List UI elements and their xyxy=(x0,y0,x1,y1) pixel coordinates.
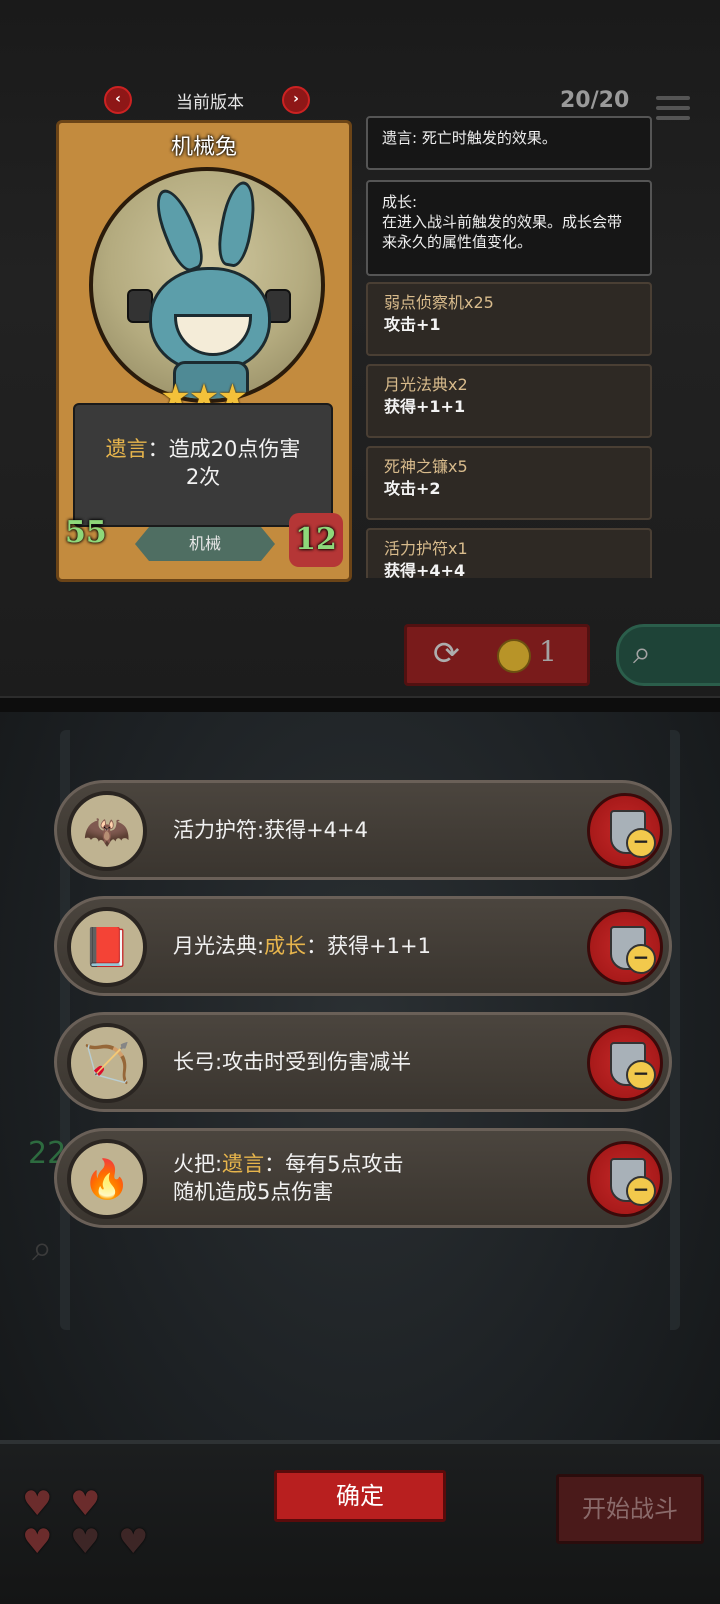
equipment-row: 🏹 长弓:攻击时受到伤害减半 − xyxy=(54,1012,672,1112)
equip-text-line2: 随机造成5点伤害 xyxy=(173,1180,334,1204)
prev-version-button[interactable]: ‹ xyxy=(104,86,132,114)
tribe-tag: 机械 xyxy=(135,527,275,561)
buff-item-effect: 攻击+2 xyxy=(384,479,441,498)
minus-icon: − xyxy=(626,1060,656,1090)
card-portrait xyxy=(89,167,325,403)
remove-equipment-button[interactable]: − xyxy=(587,909,663,985)
slot-counter: 20/20 xyxy=(560,88,630,113)
coin-icon xyxy=(497,639,531,673)
bunny-grin xyxy=(174,314,252,356)
buff-list[interactable]: 弱点侦察机x25 攻击+1 月光法典x2 获得+1+1 死神之镰x5 攻击+2 … xyxy=(366,282,656,578)
equipment-row: 🦇 活力护符:获得+4+4 − xyxy=(54,780,672,880)
card-description-panel: 遗言：造成20点伤害 2次 xyxy=(73,403,333,527)
equip-text-prefix: 火把: xyxy=(173,1152,223,1176)
heart-icon: ♥ xyxy=(70,1522,101,1562)
buff-item: 死神之镰x5 攻击+2 xyxy=(366,446,652,520)
minion-card: 机械兔 ★★★ 遗言：造成20点伤害 2次 55 机械 12 xyxy=(56,120,352,582)
torch-icon: 🔥 xyxy=(67,1139,147,1219)
bunny-head xyxy=(149,267,271,373)
card-description: 遗言：造成20点伤害 2次 xyxy=(75,435,331,491)
growth-text: 在进入战斗前触发的效果。成长会带来永久的属性值变化。 xyxy=(382,213,623,251)
deathrattle-tooltip-text: 遗言: 死亡时触发的效果。 xyxy=(382,129,557,147)
search-icon: ⌕ xyxy=(633,633,651,671)
minus-icon: − xyxy=(626,944,656,974)
buff-item-effect: 攻击+1 xyxy=(384,315,441,334)
buff-item-name: 死神之镰x5 xyxy=(384,457,468,476)
attack-stat: 55 xyxy=(65,515,107,550)
equip-text-rest: ：每有5点攻击 xyxy=(264,1152,404,1176)
minus-icon: − xyxy=(626,1176,656,1206)
equipment-description: 火把:遗言：每有5点攻击随机造成5点伤害 xyxy=(173,1131,553,1225)
equipment-row: 🔥 火把:遗言：每有5点攻击随机造成5点伤害 − xyxy=(54,1128,672,1228)
equipment-description: 月光法典:成长：获得+1+1 xyxy=(173,899,553,993)
next-version-button[interactable]: › xyxy=(282,86,310,114)
desc-colon: ： xyxy=(147,437,169,461)
heart-icon: ♥ xyxy=(22,1484,53,1524)
remove-equipment-button[interactable]: − xyxy=(587,1025,663,1101)
equipment-row: 📕 月光法典:成长：获得+1+1 − xyxy=(54,896,672,996)
minus-icon: − xyxy=(626,828,656,858)
confirm-button[interactable]: 确定 xyxy=(274,1470,446,1522)
start-battle-button[interactable]: 开始战斗 xyxy=(556,1474,704,1544)
deathrattle-keyword: 遗言 xyxy=(105,437,148,461)
search-button[interactable]: ⌕ xyxy=(616,624,720,686)
version-label: 当前版本 xyxy=(176,93,244,113)
refresh-icon: ⟳ xyxy=(433,634,460,672)
side-search-icon[interactable]: ⌕ xyxy=(32,1228,52,1270)
desc-rest: 造成20点伤害 xyxy=(168,437,301,461)
card-name: 机械兔 xyxy=(170,135,237,160)
refresh-button[interactable]: ⟳ 1 xyxy=(404,624,590,686)
heart-icon: ♥ xyxy=(22,1522,53,1562)
growth-title: 成长: xyxy=(382,193,418,211)
buff-item-effect: 获得+1+1 xyxy=(384,397,466,416)
buff-item-effect: 获得+4+4 xyxy=(384,561,466,578)
bunny-ear-left xyxy=(148,184,210,276)
buff-item-name: 活力护符x1 xyxy=(384,539,468,558)
remove-equipment-button[interactable]: − xyxy=(587,1141,663,1217)
desc-line2: 2次 xyxy=(185,465,221,489)
heart-icon: ♥ xyxy=(118,1522,149,1562)
buff-item: 活力护符x1 获得+4+4 xyxy=(366,528,652,578)
equip-text-prefix: 活力护符:获得+4+4 xyxy=(173,818,368,842)
buff-item-name: 弱点侦察机x25 xyxy=(384,293,494,312)
bunny-ear-right xyxy=(213,178,261,270)
health-stat: 12 xyxy=(289,513,343,567)
longbow-icon: 🏹 xyxy=(67,1023,147,1103)
growth-tooltip: 成长: 在进入战斗前触发的效果。成长会带来永久的属性值变化。 xyxy=(366,180,652,276)
equipment-description: 长弓:攻击时受到伤害减半 xyxy=(173,1015,553,1109)
refresh-cost: 1 xyxy=(539,635,557,668)
buff-item: 月光法典x2 获得+1+1 xyxy=(366,364,652,438)
equipment-description: 活力护符:获得+4+4 xyxy=(173,783,553,877)
menu-icon[interactable] xyxy=(656,96,690,126)
heart-icon: ♥ xyxy=(70,1484,101,1524)
equip-text-rest: ：获得+1+1 xyxy=(306,934,431,958)
remove-equipment-button[interactable]: − xyxy=(587,793,663,869)
bat-amulet-icon: 🦇 xyxy=(67,791,147,871)
growth-keyword: 成长 xyxy=(264,934,307,958)
moon-tome-icon: 📕 xyxy=(67,907,147,987)
equip-text-prefix: 月光法典: xyxy=(173,934,265,958)
deathrattle-keyword: 遗言 xyxy=(222,1152,265,1176)
buff-item-name: 月光法典x2 xyxy=(384,375,468,394)
deathrattle-tooltip: 遗言: 死亡时触发的效果。 xyxy=(366,116,652,170)
equip-text-prefix: 长弓:攻击时受到伤害减半 xyxy=(173,1050,412,1074)
buff-item: 弱点侦察机x25 攻击+1 xyxy=(366,282,652,356)
